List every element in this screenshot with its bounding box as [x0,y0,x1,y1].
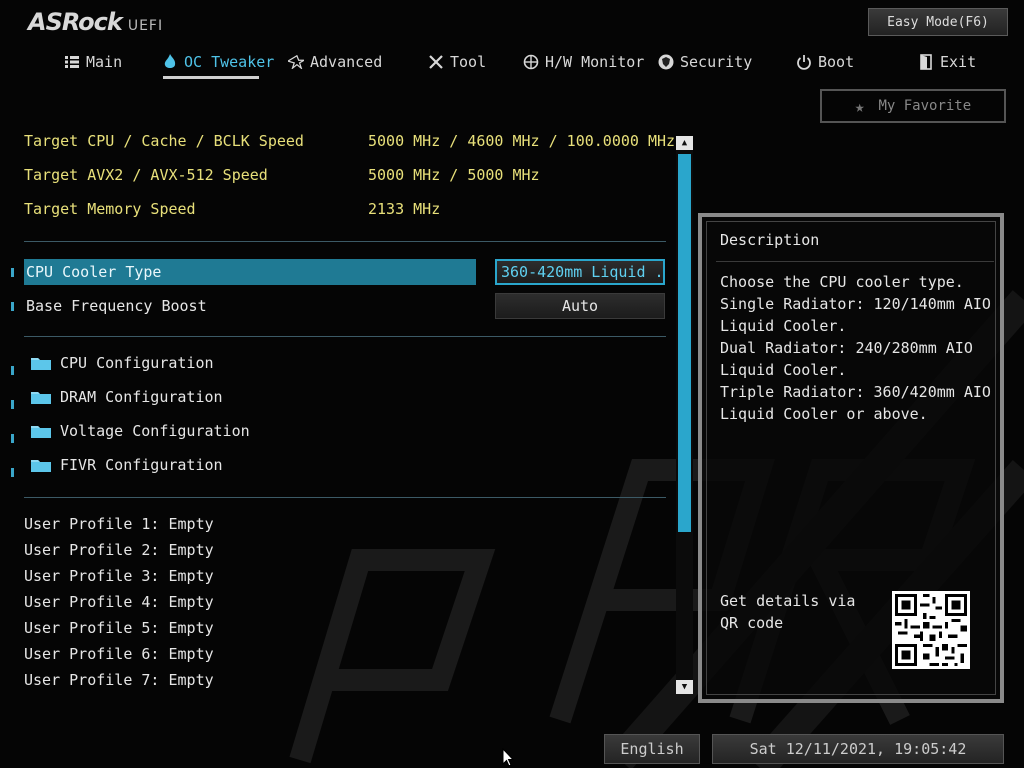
brand-suffix: UEFI [127,18,164,34]
description-text: Choose the CPU cooler type. Single Radia… [720,273,991,423]
folder-label: CPU Configuration [60,354,214,372]
brand-name: ASRock [28,8,123,36]
my-favorite-button[interactable]: ★ My Favorite [820,89,1006,123]
user-profile-item[interactable]: User Profile 6: Empty [24,642,214,666]
tab-exit[interactable]: Exit [918,48,976,76]
tab-exit-label: Exit [940,53,977,71]
description-divider [716,261,994,262]
flame-icon [162,54,178,70]
base-frequency-boost-setting[interactable]: Base Frequency Boost [26,293,207,319]
cpu-cooler-type-value[interactable]: 360-420mm Liquid ... [495,259,665,285]
folder-icon [31,460,51,472]
description-panel: Description Choose the CPU cooler type. … [698,213,1004,703]
item-marker [11,434,14,443]
base-frequency-boost-value[interactable]: Auto [495,293,665,319]
target-memory-row: Target Memory Speed 2133 MHz [24,197,440,221]
shield-icon [658,54,674,70]
voltage-configuration-item[interactable]: Voltage Configuration [30,418,250,444]
scroll-down-button[interactable]: ▼ [676,680,693,694]
main-nav: Main OC Tweaker Advanced Tool H/W Monito… [0,48,1024,84]
tab-oc-tweaker[interactable]: OC Tweaker [162,48,274,76]
tab-hw-monitor[interactable]: H/W Monitor [523,48,644,76]
setting-label: CPU Cooler Type [26,263,162,281]
tab-security-label: Security [680,53,753,71]
item-marker [11,268,14,277]
datetime-display: Sat 12/11/2021, 19:05:42 [712,734,1004,764]
folder-icon [31,392,51,404]
scrollbar[interactable]: ▲ ▼ [676,136,693,694]
user-profile-item[interactable]: User Profile 3: Empty [24,564,214,588]
folder-icon [31,426,51,438]
star-icon: ★ [854,96,865,116]
exit-icon [918,54,934,70]
tab-oc-tweaker-label: OC Tweaker [184,53,275,71]
cpu-cooler-type-setting[interactable]: CPU Cooler Type [24,259,476,285]
target-value: 2133 MHz [368,200,441,218]
tab-hw-monitor-label: H/W Monitor [545,53,645,71]
list-icon [64,54,80,70]
target-avx-row: Target AVX2 / AVX-512 Speed 5000 MHz / 5… [24,163,540,187]
language-button[interactable]: English [604,734,700,764]
tab-main-label: Main [86,53,123,71]
tab-boot-label: Boot [818,53,855,71]
dram-configuration-item[interactable]: DRAM Configuration [30,384,223,410]
tab-tool[interactable]: Tool [428,48,486,76]
power-icon [796,54,812,70]
user-profile-item[interactable]: User Profile 2: Empty [24,538,214,562]
user-profile-item[interactable]: User Profile 5: Empty [24,616,214,640]
target-value: 5000 MHz / 4600 MHz / 100.0000 MHz [368,132,676,150]
tab-boot[interactable]: Boot [796,48,854,76]
target-value: 5000 MHz / 5000 MHz [368,166,540,184]
item-marker [11,468,14,477]
fivr-configuration-item[interactable]: FIVR Configuration [30,452,223,478]
asrock-logo: ASRock UEFI [28,8,163,36]
folder-label: Voltage Configuration [60,422,250,440]
user-profile-item[interactable]: User Profile 1: Empty [24,512,214,536]
target-label: Target CPU / Cache / BCLK Speed [24,132,304,150]
user-profile-item[interactable]: User Profile 4: Empty [24,590,214,614]
tab-advanced[interactable]: Advanced [288,48,382,76]
qr-code [892,591,970,669]
tab-advanced-label: Advanced [310,53,383,71]
monitor-icon [523,54,539,70]
item-marker [11,400,14,409]
item-marker [11,366,14,375]
folder-label: FIVR Configuration [60,456,223,474]
star-icon [288,54,304,70]
setting-label: Base Frequency Boost [26,297,207,315]
description-title: Description [720,231,820,249]
section-divider [24,497,666,498]
tab-tool-label: Tool [450,53,487,71]
folder-icon [31,358,51,370]
qr-caption: Get details via QR code [720,592,856,632]
active-tab-underline [163,76,259,79]
section-divider [24,241,666,242]
mouse-cursor-icon [502,748,514,767]
target-label: Target AVX2 / AVX-512 Speed [24,166,268,184]
folder-label: DRAM Configuration [60,388,223,406]
user-profile-item[interactable]: User Profile 7: Empty [24,668,214,692]
easy-mode-button[interactable]: Easy Mode(F6) [868,8,1008,36]
section-divider [24,336,666,337]
favorite-label: My Favorite [878,98,972,114]
target-label: Target Memory Speed [24,200,196,218]
scroll-up-button[interactable]: ▲ [676,136,693,150]
target-cpu-row: Target CPU / Cache / BCLK Speed 5000 MHz… [24,129,675,153]
scroll-thumb[interactable] [678,154,691,532]
tab-main[interactable]: Main [64,48,122,76]
cpu-configuration-item[interactable]: CPU Configuration [30,350,214,376]
item-marker [11,302,14,311]
tools-icon [428,54,444,70]
tab-security[interactable]: Security [658,48,752,76]
